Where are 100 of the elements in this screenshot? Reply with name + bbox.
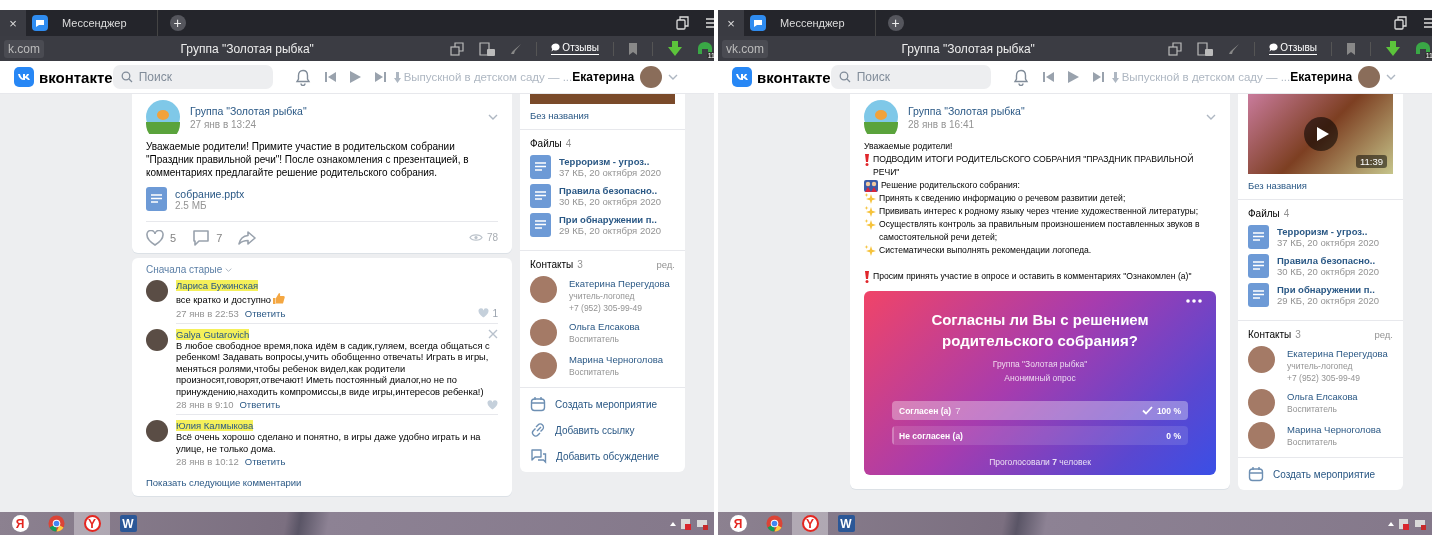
taskbar-app-button[interactable]: Y xyxy=(74,512,110,535)
tab-close-button[interactable]: × xyxy=(0,10,26,36)
feedback-button[interactable]: Отзывы xyxy=(551,42,599,55)
more-icon[interactable] xyxy=(1186,299,1202,303)
bookmark-icon[interactable] xyxy=(628,42,638,55)
download-icon[interactable] xyxy=(667,40,683,57)
previous-track-icon[interactable] xyxy=(324,72,336,82)
media-caption[interactable]: Без названия xyxy=(1248,174,1393,191)
contact-avatar[interactable] xyxy=(530,276,557,303)
dropdown-icon[interactable] xyxy=(1386,74,1397,80)
flag-icon[interactable] xyxy=(680,517,692,530)
taskbar-app-button[interactable]: W xyxy=(828,512,864,535)
contact-name[interactable]: Екатерина Перегудова xyxy=(1287,348,1388,359)
address-field[interactable]: k.com xyxy=(4,39,44,58)
reply-link[interactable]: Ответить xyxy=(244,456,286,467)
dropdown-icon[interactable] xyxy=(668,74,679,80)
search-field[interactable]: Поиск xyxy=(112,65,273,89)
attachment-link[interactable]: собрание.pptx xyxy=(175,187,245,200)
taskbar-app-button[interactable]: Я xyxy=(2,512,38,535)
sidebar-action[interactable]: Добавить ссылку xyxy=(530,417,675,443)
search-field[interactable]: Поиск xyxy=(830,65,991,89)
network-icon[interactable] xyxy=(1414,517,1426,530)
commenter-name[interactable]: Юлия Калмыкова xyxy=(176,420,254,431)
contact-avatar[interactable] xyxy=(1248,346,1275,373)
file-meta: 37 КБ, 20 октября 2020 xyxy=(1277,237,1380,248)
bell-icon[interactable] xyxy=(1012,68,1029,86)
bell-icon[interactable] xyxy=(294,68,311,86)
reply-link[interactable]: Ответить xyxy=(239,399,281,410)
play-button-icon[interactable] xyxy=(1303,117,1338,151)
tabs-icon[interactable] xyxy=(1394,16,1408,30)
post-author[interactable]: Группа "Золотая рыбка" xyxy=(190,104,478,117)
flag-icon[interactable] xyxy=(1398,517,1410,530)
network-icon[interactable] xyxy=(696,517,708,530)
file-link[interactable]: При обнаружении п.. xyxy=(1277,284,1380,295)
more-comments-link[interactable]: Показать следующие комментарии xyxy=(146,477,302,488)
contact-name[interactable]: Ольга Елсакова xyxy=(569,321,640,332)
previous-track-icon[interactable] xyxy=(1042,72,1054,82)
post-date: 28 янв в 16:41 xyxy=(908,118,976,130)
contact-name[interactable]: Екатерина Перегудова xyxy=(569,278,670,289)
file-link[interactable]: Правила безопасно.. xyxy=(559,185,662,196)
post-author[interactable]: Группа "Золотая рыбка" xyxy=(908,104,1196,117)
menu-icon[interactable] xyxy=(1424,17,1432,29)
page-title: Группа "Золотая рыбка" xyxy=(179,41,315,56)
user-avatar[interactable] xyxy=(1358,66,1381,88)
file-link[interactable]: Правила безопасно.. xyxy=(1277,255,1380,266)
copy-icon[interactable] xyxy=(1168,41,1183,56)
heart-icon[interactable] xyxy=(146,229,164,246)
tray-arrow-icon[interactable] xyxy=(1388,521,1394,526)
contact-avatar[interactable] xyxy=(1248,422,1275,449)
copy-icon[interactable] xyxy=(450,41,465,56)
feedback-button[interactable]: Отзывы xyxy=(1269,42,1317,55)
play-icon[interactable] xyxy=(1067,71,1079,83)
tab-close-button[interactable]: × xyxy=(718,10,744,36)
post-menu-icon[interactable] xyxy=(1206,114,1216,120)
share-icon[interactable] xyxy=(238,230,257,245)
sidebar-action[interactable]: Добавить обсуждение xyxy=(530,443,675,469)
contact-name[interactable]: Ольга Елсакова xyxy=(1287,391,1358,402)
download-icon[interactable] xyxy=(1385,40,1401,57)
user-avatar[interactable] xyxy=(640,66,663,88)
exclamation-icon xyxy=(864,271,870,283)
sidebar-action[interactable]: Создать мероприятие xyxy=(1248,461,1393,487)
commenter-avatar[interactable] xyxy=(146,420,168,442)
taskbar-app-button[interactable]: Y xyxy=(792,512,828,535)
tray-arrow-icon[interactable] xyxy=(670,521,676,526)
bookmark-icon[interactable] xyxy=(1346,42,1356,55)
post-menu-icon[interactable] xyxy=(488,114,498,120)
reply-link[interactable]: Ответить xyxy=(244,307,286,319)
file-link[interactable]: Терроризм - угроз.. xyxy=(559,156,662,167)
commenter-avatar[interactable] xyxy=(146,280,168,302)
sidebar-action[interactable]: Создать мероприятие xyxy=(530,391,675,417)
brush-icon[interactable] xyxy=(1228,42,1241,55)
commenter-name[interactable]: Лариса Бужинская xyxy=(176,280,259,291)
taskbar-app-button[interactable]: W xyxy=(110,512,146,535)
chrome-icon xyxy=(47,515,65,532)
new-tab-button[interactable]: + xyxy=(887,15,904,31)
contact-avatar[interactable] xyxy=(530,352,557,379)
media-caption[interactable]: Без названия xyxy=(530,104,675,121)
comment-icon[interactable] xyxy=(192,229,211,246)
commenter-avatar[interactable] xyxy=(146,328,168,351)
file-link[interactable]: При обнаружении п.. xyxy=(559,214,662,225)
poll-option[interactable]: Не согласен (а) 0 % xyxy=(892,426,1188,445)
contact-name[interactable]: Марина Черноголова xyxy=(1287,424,1381,435)
sort-dropdown[interactable]: Сначала старые xyxy=(146,264,233,275)
contact-name[interactable]: Марина Черноголова xyxy=(569,354,663,365)
new-tab-button[interactable]: + xyxy=(169,15,186,31)
next-track-icon[interactable] xyxy=(1092,72,1104,82)
next-track-icon[interactable] xyxy=(374,72,386,82)
contact-avatar[interactable] xyxy=(1248,389,1275,416)
brush-icon[interactable] xyxy=(510,42,523,55)
file-link[interactable]: Терроризм - угроз.. xyxy=(1277,226,1380,237)
file-meta: 37 КБ, 20 октября 2020 xyxy=(559,167,662,178)
address-field[interactable]: vk.com xyxy=(722,39,768,58)
play-icon[interactable] xyxy=(349,71,361,83)
contact-avatar[interactable] xyxy=(530,319,557,346)
taskbar-app-button[interactable]: Я xyxy=(720,512,756,535)
menu-icon[interactable] xyxy=(706,17,714,29)
commenter-name[interactable]: Galya Gutarovich xyxy=(176,328,250,340)
speech-bubble-icon xyxy=(1269,43,1279,52)
video-thumbnail[interactable]: 11:39 xyxy=(1248,94,1393,174)
tabs-icon[interactable] xyxy=(676,16,690,30)
